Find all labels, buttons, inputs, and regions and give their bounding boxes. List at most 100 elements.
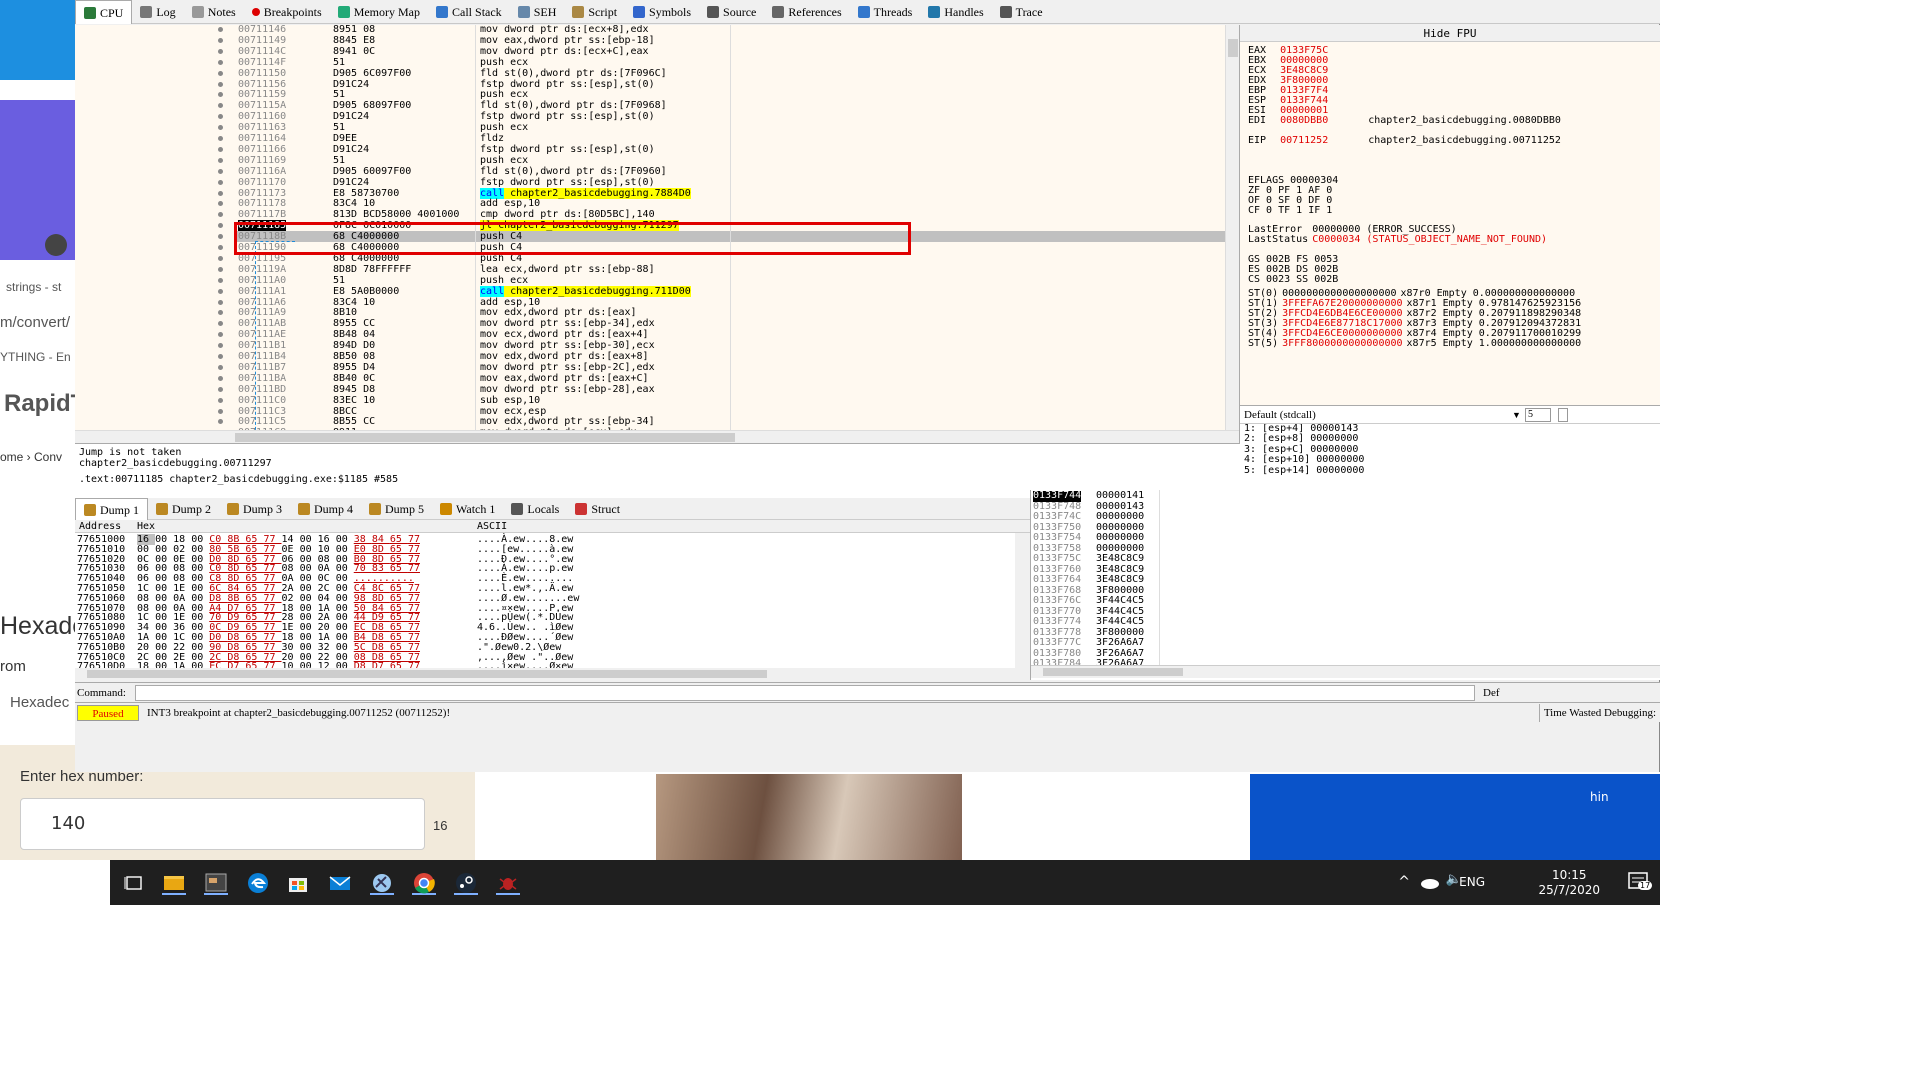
stack-horizontal-scrollbar[interactable] (1031, 665, 1660, 678)
disassembly-view[interactable]: 00711146 8951 08 mov dword ptr ds:[ecx+8],… (75, 25, 1240, 443)
breakpoint-gutter-dot[interactable] (218, 234, 223, 240)
breakpoint-gutter-dot[interactable] (218, 168, 223, 174)
default-selector[interactable]: Def (1483, 683, 1500, 703)
tab-symbols[interactable]: Symbols (625, 0, 699, 24)
disasm-row[interactable]: 007111B7 8955 D4 mov dword ptr ss:[ebp-2C]… (75, 362, 1239, 373)
breakpoint-gutter-dot[interactable] (218, 81, 223, 87)
command-input[interactable] (135, 685, 1475, 701)
file-explorer-icon[interactable] (162, 871, 186, 895)
tab-seh[interactable]: SEH (510, 0, 565, 24)
notification-icon[interactable]: 17 (1626, 870, 1653, 894)
hex-column-header[interactable]: Hex (137, 520, 155, 533)
disassembly-vertical-scrollbar[interactable] (1225, 25, 1239, 430)
language-indicator[interactable]: ENG (1459, 875, 1485, 889)
disasm-row[interactable]: 007111B4 8B50 08 mov edx,dword ptr ds:[eax… (75, 351, 1239, 362)
disasm-row[interactable]: 00711150 D905 6C097F00 fld st(0),dword ptr… (75, 68, 1239, 79)
breakpoint-gutter-dot[interactable] (218, 245, 223, 250)
breakpoint-gutter-dot[interactable] (218, 179, 223, 185)
breakpoint-gutter-dot[interactable] (218, 27, 223, 32)
disasm-row[interactable]: 007111A0 51 push ecx (75, 275, 1239, 286)
disasm-row[interactable]: 0071114C 8941 0C mov dword ptr ds:[ecx+C],… (75, 46, 1239, 57)
disasm-row[interactable]: 007111AB 8955 CC mov dword ptr ss:[ebp-34]… (75, 318, 1239, 329)
chrome-icon[interactable] (412, 871, 436, 895)
breakpoint-gutter-dot[interactable] (218, 332, 223, 338)
disasm-row[interactable]: 0071116A D905 60097F00 fld st(0),dword ptr… (75, 166, 1239, 177)
tab-struct[interactable]: Struct (567, 498, 628, 520)
tab-cpu[interactable]: CPU (75, 0, 133, 24)
stack-row[interactable]: 0133F754 00000000 (1031, 532, 1660, 544)
fpu-row[interactable]: ST(5) 3FFF8000000000000000 x87r5 Empty 1.0… (1248, 338, 1581, 349)
breakpoint-gutter-dot[interactable] (218, 48, 223, 54)
edge-icon[interactable] (246, 871, 270, 895)
breakpoint-gutter-dot[interactable] (218, 288, 223, 294)
breakpoint-gutter-dot[interactable] (218, 266, 223, 272)
tab-source[interactable]: Source (699, 0, 764, 24)
breakpoint-gutter-dot[interactable] (218, 212, 223, 218)
disasm-row[interactable]: 00711149 8845 E8 mov eax,dword ptr ss:[ebp… (75, 35, 1239, 46)
tab-breakpoints[interactable]: Breakpoints (244, 0, 330, 24)
registers-panel[interactable]: Hide FPU EAX 0133F75C EBX 00000000 ECX 3E48C8… (1240, 25, 1660, 418)
disasm-row[interactable]: 00711166 D91C24 fstp dword ptr ss:[esp],st… (75, 144, 1239, 155)
disasm-row[interactable]: 00711164 D9EE fldz (75, 133, 1239, 144)
scroll-thumb[interactable] (1228, 39, 1238, 57)
breakpoint-gutter-dot[interactable] (218, 277, 223, 283)
tab-memory-map[interactable]: Memory Map (330, 0, 428, 24)
slider-knob[interactable] (45, 234, 67, 256)
tab-dump-2[interactable]: Dump 2 (148, 498, 219, 520)
disasm-row[interactable]: 00711173 E8 58730700 call chapter2_basicde… (75, 187, 1239, 199)
disasm-row[interactable]: 00711178 83C4 10 add esp,10 (75, 198, 1239, 209)
debugger-app-icon[interactable] (370, 871, 394, 895)
breakpoint-gutter-dot[interactable] (218, 419, 223, 425)
tab-log[interactable]: Log (132, 0, 183, 24)
call-arg-row[interactable]: 5: [esp+14] 00000000 (1240, 465, 1660, 476)
disasm-row[interactable]: 00711169 51 push ecx (75, 155, 1239, 166)
breakpoint-gutter-dot[interactable] (218, 114, 223, 120)
disasm-row[interactable]: 007111A9 8B10 mov edx,dword ptr ds:[eax] (75, 307, 1239, 318)
stack-row[interactable]: 0133F75C 3E48C8C9 (1031, 553, 1660, 565)
strings-tab-label[interactable]: strings - st (6, 280, 61, 294)
register-value[interactable]: 0080DBB0 (1280, 115, 1328, 126)
breakpoint-gutter-dot[interactable] (218, 375, 223, 381)
tab-handles[interactable]: Handles (920, 0, 991, 24)
disasm-row[interactable]: 00711160 D91C24 fstp dword ptr ss:[esp],st… (75, 111, 1239, 122)
stack-row[interactable]: 0133F764 3E48C8C9 (1031, 574, 1660, 586)
breakpoint-gutter-dot[interactable] (218, 201, 223, 207)
tab-dump-4[interactable]: Dump 4 (290, 498, 361, 520)
memory-dump-view[interactable]: Address Hex ASCII 77651000 16 00 18 00 C0… (75, 520, 1030, 680)
thing-tab-label[interactable]: YTHING - En (0, 350, 71, 364)
mail-icon[interactable] (328, 871, 352, 895)
breakpoint-gutter-dot[interactable] (218, 354, 223, 359)
breakpoint-gutter-dot[interactable] (218, 223, 223, 229)
breakpoint-gutter-dot[interactable] (218, 408, 223, 414)
stack-row[interactable]: 0133F77C 3F26A6A7 (1031, 637, 1660, 649)
disasm-row[interactable]: 007111AE 8B48 04 mov ecx,dword ptr ds:[eax… (75, 329, 1239, 340)
breakpoint-gutter-dot[interactable] (218, 343, 223, 349)
disasm-row[interactable]: 007111B1 894D D0 mov dword ptr ss:[ebp-30]… (75, 340, 1239, 351)
breakpoint-gutter-dot[interactable] (218, 37, 223, 43)
disasm-row[interactable]: 00711156 D91C24 fstp dword ptr ss:[esp],st… (75, 79, 1239, 90)
disasm-row[interactable]: 007111C3 8BCC mov ecx,esp (75, 406, 1239, 417)
terminal-icon[interactable] (204, 871, 228, 895)
dump-vertical-scrollbar[interactable] (1015, 533, 1030, 680)
hex-number-input[interactable]: 140 (20, 798, 425, 850)
scroll-thumb[interactable] (1043, 668, 1183, 676)
breakpoint-gutter-dot[interactable] (218, 321, 223, 327)
register-row[interactable]: EIP 00711252 chapter2_basicdebugging.00711… (1248, 135, 1561, 146)
desktop-icon-label[interactable]: hin (1590, 790, 1609, 804)
disasm-row[interactable]: 007111A1 E8 5A0B0000 call chapter2_basicde… (75, 285, 1239, 297)
breakpoint-gutter-dot[interactable] (218, 386, 223, 392)
segment-row[interactable]: CS 0023 SS 002B (1248, 274, 1338, 285)
disasm-row[interactable]: 0071114F 51 push ecx (75, 57, 1239, 68)
scroll-thumb[interactable] (87, 670, 767, 678)
arg-checkbox[interactable] (1558, 408, 1568, 422)
register-value[interactable]: 00711252 (1280, 135, 1328, 146)
calling-convention-select[interactable]: Default (stdcall) ▼ 5 (1240, 406, 1660, 424)
disasm-row[interactable]: 007111BD 8945 D8 mov dword ptr ss:[ebp-28]… (75, 384, 1239, 395)
chevron-up-icon[interactable]: ^ (1398, 874, 1410, 890)
tab-script[interactable]: Script (564, 0, 625, 24)
arg-count-spinner[interactable]: 5 (1525, 408, 1551, 422)
dump-horizontal-scrollbar[interactable] (75, 668, 1015, 680)
bug-icon[interactable] (496, 871, 520, 895)
breakpoint-gutter-dot[interactable] (218, 125, 223, 131)
disasm-row[interactable]: 007111A6 83C4 10 add esp,10 (75, 297, 1239, 308)
